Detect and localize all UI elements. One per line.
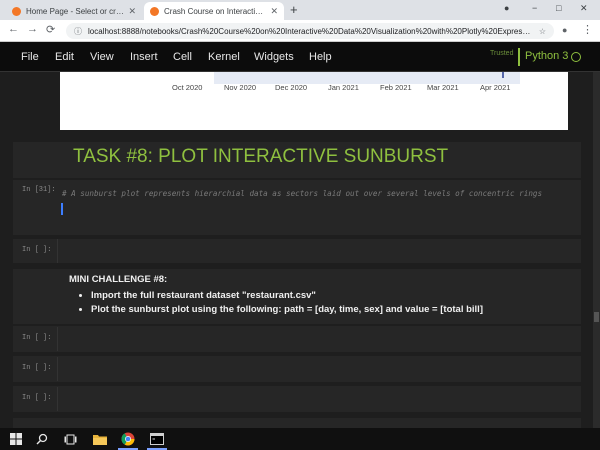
list-item: Plot the sunburst plot using the followi… <box>91 304 483 315</box>
menu-view[interactable]: View <box>90 51 114 63</box>
url-bar[interactable]: ⓘ localhost:8888/notebooks/Crash%20Cours… <box>66 23 554 39</box>
chrome-menu-icon[interactable]: ⋮ <box>582 23 593 36</box>
task-heading: TASK #8: PLOT INTERACTIVE SUNBURST <box>73 146 449 167</box>
kernel-separator <box>518 48 520 66</box>
menu-file[interactable]: File <box>21 51 39 63</box>
cell-input-area[interactable] <box>57 357 581 381</box>
cell-prompt: In [ ]: <box>22 334 52 342</box>
text-cursor <box>61 203 63 215</box>
notebook-scrollbar[interactable] <box>593 72 600 428</box>
chart-output[interactable]: Oct 2020 Nov 2020 Dec 2020 Jan 2021 Feb … <box>60 72 568 130</box>
forward-button[interactable]: → <box>27 23 38 35</box>
chrome-icon[interactable] <box>120 431 136 447</box>
file-explorer-icon[interactable] <box>92 431 108 447</box>
challenge-list: Import the full restaurant dataset "rest… <box>91 290 483 315</box>
x-tick-label: Nov 2020 <box>224 83 257 92</box>
close-tab-icon[interactable]: ✕ <box>128 6 136 17</box>
windows-start-icon[interactable] <box>8 431 24 447</box>
jupyter-menubar: File Edit View Insert Cell Kernel Widget… <box>0 42 600 72</box>
x-tick-label: Apr 2021 <box>480 83 511 92</box>
menu-help[interactable]: Help <box>309 51 332 63</box>
jupyter-favicon-icon <box>12 6 21 16</box>
trusted-indicator[interactable]: Trusted <box>490 50 513 57</box>
tab-title: Home Page - Select or create a n <box>26 6 125 16</box>
close-tab-icon[interactable]: ✕ <box>270 6 278 17</box>
tab-title: Crash Course on Interactive Data <box>164 6 266 16</box>
tab-crash-course[interactable]: Crash Course on Interactive Data ✕ <box>144 2 284 20</box>
chart-mark <box>502 72 504 78</box>
cell-prompt: In [ ]: <box>22 394 52 402</box>
url-text[interactable]: localhost:8888/notebooks/Crash%20Course%… <box>88 27 533 36</box>
menu-cell[interactable]: Cell <box>173 51 192 63</box>
list-item: Import the full restaurant dataset "rest… <box>91 290 483 301</box>
new-tab-button[interactable]: + <box>290 2 298 18</box>
menu-edit[interactable]: Edit <box>55 51 74 63</box>
code-comment[interactable]: # A sunburst plot represents hierarchial… <box>62 189 542 198</box>
account-icon[interactable]: ● <box>562 25 567 35</box>
site-info-icon[interactable]: ⓘ <box>74 26 82 37</box>
search-icon[interactable] <box>34 431 50 447</box>
address-bar-row: ← → ⟳ ⓘ localhost:8888/notebooks/Crash%2… <box>0 20 600 42</box>
chart-plot-area <box>214 72 520 84</box>
x-tick-label: Jan 2021 <box>328 83 359 92</box>
cell-input-area[interactable] <box>57 327 581 351</box>
cell-input-area[interactable] <box>57 239 581 263</box>
cell-input-area[interactable] <box>57 387 581 411</box>
x-tick-label: Dec 2020 <box>275 83 308 92</box>
menu-insert[interactable]: Insert <box>130 51 158 63</box>
challenge-title: MINI CHALLENGE #8: <box>69 274 168 285</box>
minimize-button[interactable]: − <box>532 3 537 13</box>
cell-prompt: In [31]: <box>22 186 56 194</box>
reload-button[interactable]: ⟳ <box>46 23 55 36</box>
challenge-block: MINI CHALLENGE #8: Import the full resta… <box>69 274 483 318</box>
terminal-icon[interactable] <box>149 431 165 447</box>
close-window-button[interactable]: ✕ <box>580 3 588 14</box>
menu-kernel[interactable]: Kernel <box>208 51 240 63</box>
back-button[interactable]: ← <box>8 23 19 35</box>
x-tick-label: Feb 2021 <box>380 83 412 92</box>
menu-widgets[interactable]: Widgets <box>254 51 294 63</box>
empty-code-cell[interactable] <box>13 418 581 428</box>
cell-prompt: In [ ]: <box>22 246 52 254</box>
x-tick-label: Oct 2020 <box>172 83 203 92</box>
bookmark-star-icon[interactable]: ☆ <box>539 27 546 36</box>
jupyter-favicon-icon <box>150 6 159 16</box>
tab-home-page[interactable]: Home Page - Select or create a n ✕ <box>6 2 142 20</box>
profile-icon[interactable]: ● <box>504 3 509 13</box>
kernel-idle-icon <box>571 52 581 62</box>
x-tick-label: Mar 2021 <box>427 83 459 92</box>
cell-prompt: In [ ]: <box>22 364 52 372</box>
maximize-button[interactable]: □ <box>556 3 561 13</box>
kernel-name[interactable]: Python 3 <box>525 50 568 62</box>
notebook-area: Oct 2020 Nov 2020 Dec 2020 Jan 2021 Feb … <box>0 72 593 428</box>
browser-tab-strip: Home Page - Select or create a n ✕ Crash… <box>0 0 600 20</box>
scrollbar-thumb[interactable] <box>594 312 599 322</box>
task-view-icon[interactable] <box>62 431 78 447</box>
windows-taskbar <box>0 428 600 450</box>
